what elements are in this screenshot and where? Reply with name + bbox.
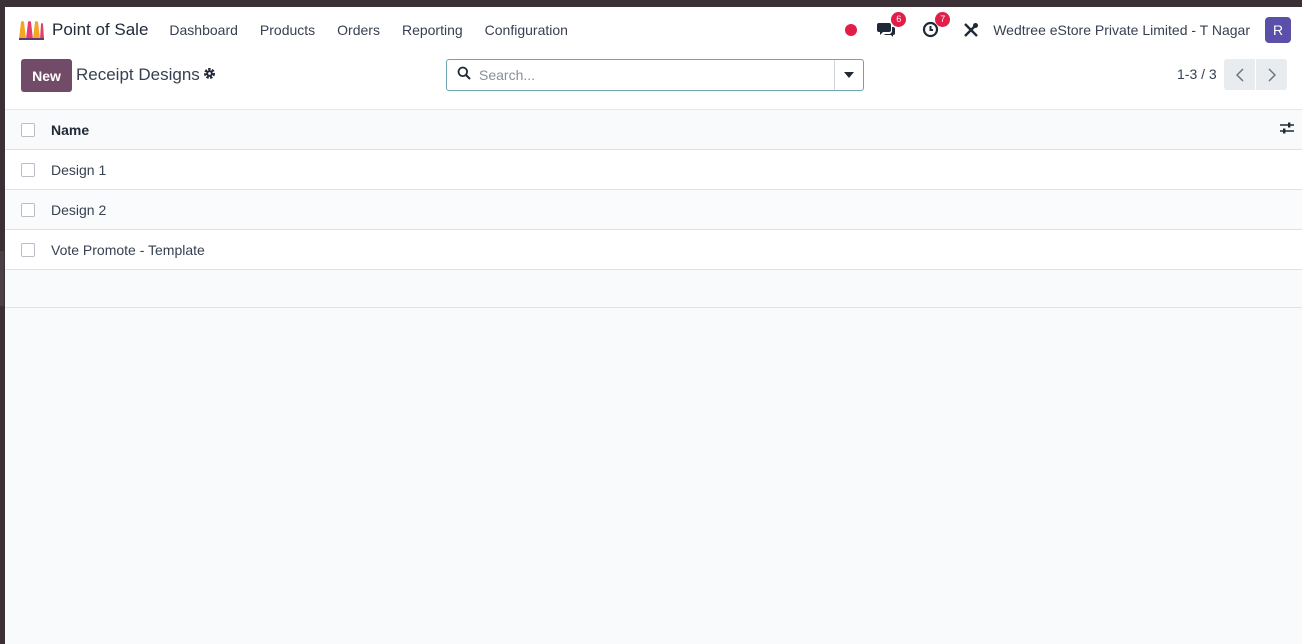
record-dot-icon[interactable] <box>845 23 858 36</box>
window-edge-tab <box>0 251 4 306</box>
row-name: Design 2 <box>51 201 107 218</box>
gear-icon[interactable] <box>203 67 216 85</box>
row-name: Design 1 <box>51 161 107 178</box>
nav-item-configuration[interactable]: Configuration <box>485 22 568 38</box>
list-header: Name <box>5 110 1302 150</box>
list-view: Name Design 1 Design 2 Vote Promote - Te… <box>5 110 1302 308</box>
activities-button[interactable]: 7 <box>919 11 951 41</box>
messages-badge: 6 <box>891 11 907 27</box>
pager-previous-button[interactable] <box>1224 59 1255 90</box>
search-input[interactable] <box>479 67 819 83</box>
row-name: Vote Promote - Template <box>51 241 205 258</box>
systray: 6 7 Wedtree eStore Private Limited - T N… <box>845 7 1302 52</box>
column-header-name[interactable]: Name <box>51 122 89 138</box>
row-checkbox[interactable] <box>21 202 35 217</box>
sliders-icon[interactable] <box>1280 121 1294 139</box>
table-row[interactable]: Vote Promote - Template <box>5 230 1302 270</box>
app-name[interactable]: Point of Sale <box>52 20 148 40</box>
search-options-toggle[interactable] <box>834 60 863 90</box>
page-title: Receipt Designs <box>76 65 200 84</box>
row-checkbox[interactable] <box>21 162 35 177</box>
pager-value[interactable]: 1-3 / 3 <box>1177 66 1217 82</box>
list-empty-row <box>5 270 1302 308</box>
new-button[interactable]: New <box>21 59 72 92</box>
company-switcher[interactable]: Wedtree eStore Private Limited - T Nagar <box>993 22 1250 38</box>
messages-button[interactable]: 6 <box>875 11 907 41</box>
nav-menu: Dashboard Products Orders Reporting Conf… <box>169 22 590 38</box>
app-window: Point of Sale Dashboard Products Orders … <box>5 7 1302 644</box>
row-checkbox[interactable] <box>21 242 35 257</box>
select-all-checkbox[interactable] <box>21 122 35 137</box>
nav-item-reporting[interactable]: Reporting <box>402 22 463 38</box>
avatar[interactable]: R <box>1265 16 1291 43</box>
nav-item-products[interactable]: Products <box>260 22 315 38</box>
chevron-left-icon <box>1235 67 1244 82</box>
app-logo-icon[interactable] <box>17 19 45 41</box>
tools-icon[interactable] <box>963 22 979 38</box>
pager-next-button[interactable] <box>1256 59 1287 90</box>
search-field <box>447 60 834 90</box>
search-bar <box>446 59 864 91</box>
nav-item-dashboard[interactable]: Dashboard <box>169 22 238 38</box>
control-panel: New Receipt Designs Search... 1-3 / 3 <box>5 52 1302 110</box>
table-row[interactable]: Design 1 <box>5 150 1302 190</box>
activities-badge: 7 <box>935 11 951 27</box>
nav-item-orders[interactable]: Orders <box>337 22 380 38</box>
chevron-right-icon <box>1267 67 1276 82</box>
main-navbar: Point of Sale Dashboard Products Orders … <box>5 7 1302 52</box>
table-row[interactable]: Design 2 <box>5 190 1302 230</box>
search-icon <box>457 66 471 85</box>
caret-down-icon <box>844 72 854 78</box>
